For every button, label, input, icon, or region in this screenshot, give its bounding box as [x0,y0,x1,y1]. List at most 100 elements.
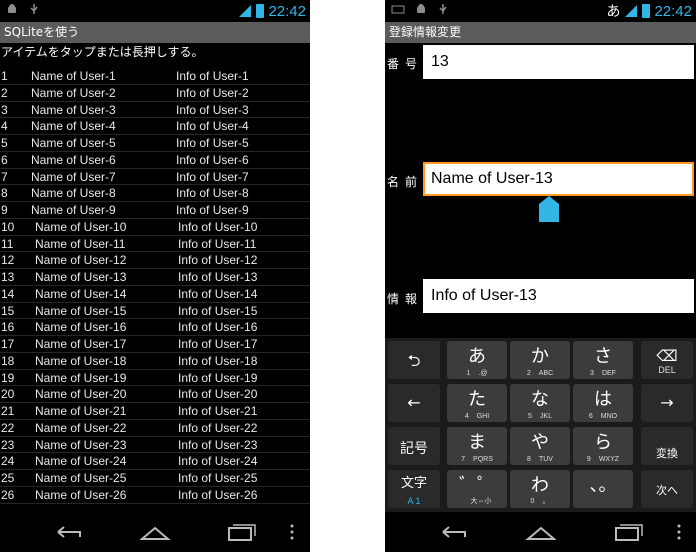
kana-key-number: 7 [461,456,466,463]
list-item[interactable]: 6 Name of User-6 Info of User-6 [0,152,310,169]
list-item[interactable]: 17 Name of User-17 Info of User-17 [0,336,310,353]
user-info: Info of User-6 [176,152,249,167]
user-info: Info of User-22 [178,420,258,435]
user-name: Name of User-25 [35,471,127,485]
list-item[interactable]: 21 Name of User-21 Info of User-21 [0,403,310,420]
kana-key-label: ら [594,432,612,453]
recent-apps-icon[interactable] [224,520,258,544]
user-name: Name of User-8 [31,186,116,201]
kana-key-number: 0 [530,498,535,505]
kana-key-punctuation[interactable]: 、。 [573,470,633,508]
user-id: 11 [1,236,14,251]
user-id: 2 [1,85,8,100]
list-item[interactable]: 15 Name of User-15 Info of User-15 [0,303,310,320]
list-item[interactable]: 23 Name of User-23 Info of User-23 [0,437,310,454]
kana-key-letters: PQRS [473,456,493,463]
list-item[interactable]: 18 Name of User-18 Info of User-18 [0,353,310,370]
signal-icon [239,5,252,17]
kana-key-label: か [531,346,549,367]
next-key[interactable]: 次へ [641,470,693,508]
list-item[interactable]: 4 Name of User-4 Info of User-4 [0,118,310,135]
list-item[interactable]: 12 Name of User-12 Info of User-12 [0,252,310,269]
kana-key-number: 6 [588,413,593,420]
list-item[interactable]: 11 Name of User-11 Info of User-11 [0,236,310,253]
recent-apps-icon[interactable] [611,520,645,544]
list-item[interactable]: 19 Name of User-19 Info of User-19 [0,370,310,387]
kana-key-ha[interactable]: は 6 MNO [573,384,633,422]
kana-key-a[interactable]: あ 1 .@ [447,341,507,379]
symbol-key[interactable]: 記号 [388,427,440,465]
list-item[interactable]: 16 Name of User-16 Info of User-16 [0,319,310,336]
list-item[interactable]: 20 Name of User-20 Info of User-20 [0,386,310,403]
kana-key-dakuten[interactable]: ゛゜ 大⇔小 [447,470,507,508]
mode-switch-key[interactable]: 文字 A 1 [388,470,440,508]
kana-key-ma[interactable]: ま 7 PQRS [447,427,507,465]
user-name: Name of User-14 [35,286,127,301]
undo-key[interactable]: ⮌ [388,341,440,379]
kana-key-sa[interactable]: さ 3 DEF [573,341,633,379]
name-field[interactable]: Name of User-13 [423,162,694,196]
user-id: 26 [1,487,15,502]
list-item[interactable]: 10 Name of User-10 Info of User-10 [0,219,310,236]
user-name: Name of User-10 [35,219,127,234]
user-name: Name of User-4 [31,119,116,134]
kana-key-ta[interactable]: た 4 GHI [447,384,507,422]
list-item[interactable]: 22 Name of User-22 Info of User-22 [0,420,310,437]
list-item[interactable]: 3 Name of User-3 Info of User-3 [0,102,310,119]
list-item[interactable]: 1 Name of User-1 Info of User-1 [0,68,310,85]
info-field[interactable]: Info of User-13 [423,279,694,313]
user-name: Name of User-23 [35,437,127,452]
user-name: Name of User-22 [35,420,127,435]
kana-key-letters: ABC [538,370,554,377]
user-info: Info of User-10 [178,219,258,234]
kana-key-number: 1 [466,370,471,377]
kana-key-number: 3 [590,370,594,377]
list-item[interactable]: 9 Name of User-9 Info of User-9 [0,202,310,219]
edit-screen: あ 22:42 登録情報変更 番号 13 名前 Name of User-13 … [385,0,696,552]
user-info: Info of User-14 [178,286,258,301]
user-name: Name of User-16 [35,320,127,335]
overflow-menu-icon[interactable] [282,520,302,544]
kana-key-hint [573,499,633,506]
list-item[interactable]: 8 Name of User-8 Info of User-8 [0,185,310,202]
list-item[interactable]: 7 Name of User-7 Info of User-7 [0,169,310,186]
kana-key-hint: 6 MNO [573,413,633,420]
user-id: 15 [1,303,15,318]
list-item[interactable]: 26 Name of User-26 Info of User-26 [0,487,310,504]
back-icon[interactable] [437,520,471,544]
number-field[interactable]: 13 [423,45,694,79]
kana-key-na[interactable]: な 5 JKL [510,384,570,422]
usb-icon [439,4,447,14]
kana-key-ra[interactable]: ら 9 WXYZ [573,427,633,465]
user-id: 14 [1,286,15,301]
user-info: Info of User-24 [178,454,258,469]
list-item[interactable]: 5 Name of User-5 Info of User-5 [0,135,310,152]
back-icon[interactable] [52,520,86,544]
user-id: 24 [1,454,15,469]
delete-key[interactable]: ⌫ DEL [641,341,693,379]
cursor-left-key[interactable]: ← [388,384,440,422]
kana-key-ka[interactable]: か 2 ABC [510,341,570,379]
list-item[interactable]: 2 Name of User-2 Info of User-2 [0,85,310,102]
kana-key-label: ま [468,432,486,453]
user-list[interactable]: 1 Name of User-1 Info of User-1 2 Name of Us… [0,68,310,504]
list-item[interactable]: 24 Name of User-24 Info of User-24 [0,453,310,470]
user-id: 10 [1,219,15,234]
kana-key-ya[interactable]: や 8 TUV [510,427,570,465]
screen-title: 登録情報変更 [385,22,696,43]
home-icon[interactable] [524,520,558,544]
kana-key-wa[interactable]: わ 0。 [510,470,570,508]
user-name: Name of User-3 [31,102,116,117]
convert-key[interactable]: 変換 [641,427,693,465]
list-item[interactable]: 13 Name of User-13 Info of User-13 [0,269,310,286]
user-info: Info of User-4 [176,119,249,134]
home-icon[interactable] [138,520,172,544]
list-item[interactable]: 14 Name of User-14 Info of User-14 [0,286,310,303]
overflow-menu-icon[interactable] [669,520,689,544]
user-id: 6 [1,152,8,167]
user-name: Name of User-1 [31,69,116,83]
kana-key-number: 8 [527,456,531,463]
text-cursor-handle[interactable] [538,195,560,223]
cursor-right-key[interactable]: → [641,384,693,422]
list-item[interactable]: 25 Name of User-25 Info of User-25 [0,470,310,487]
